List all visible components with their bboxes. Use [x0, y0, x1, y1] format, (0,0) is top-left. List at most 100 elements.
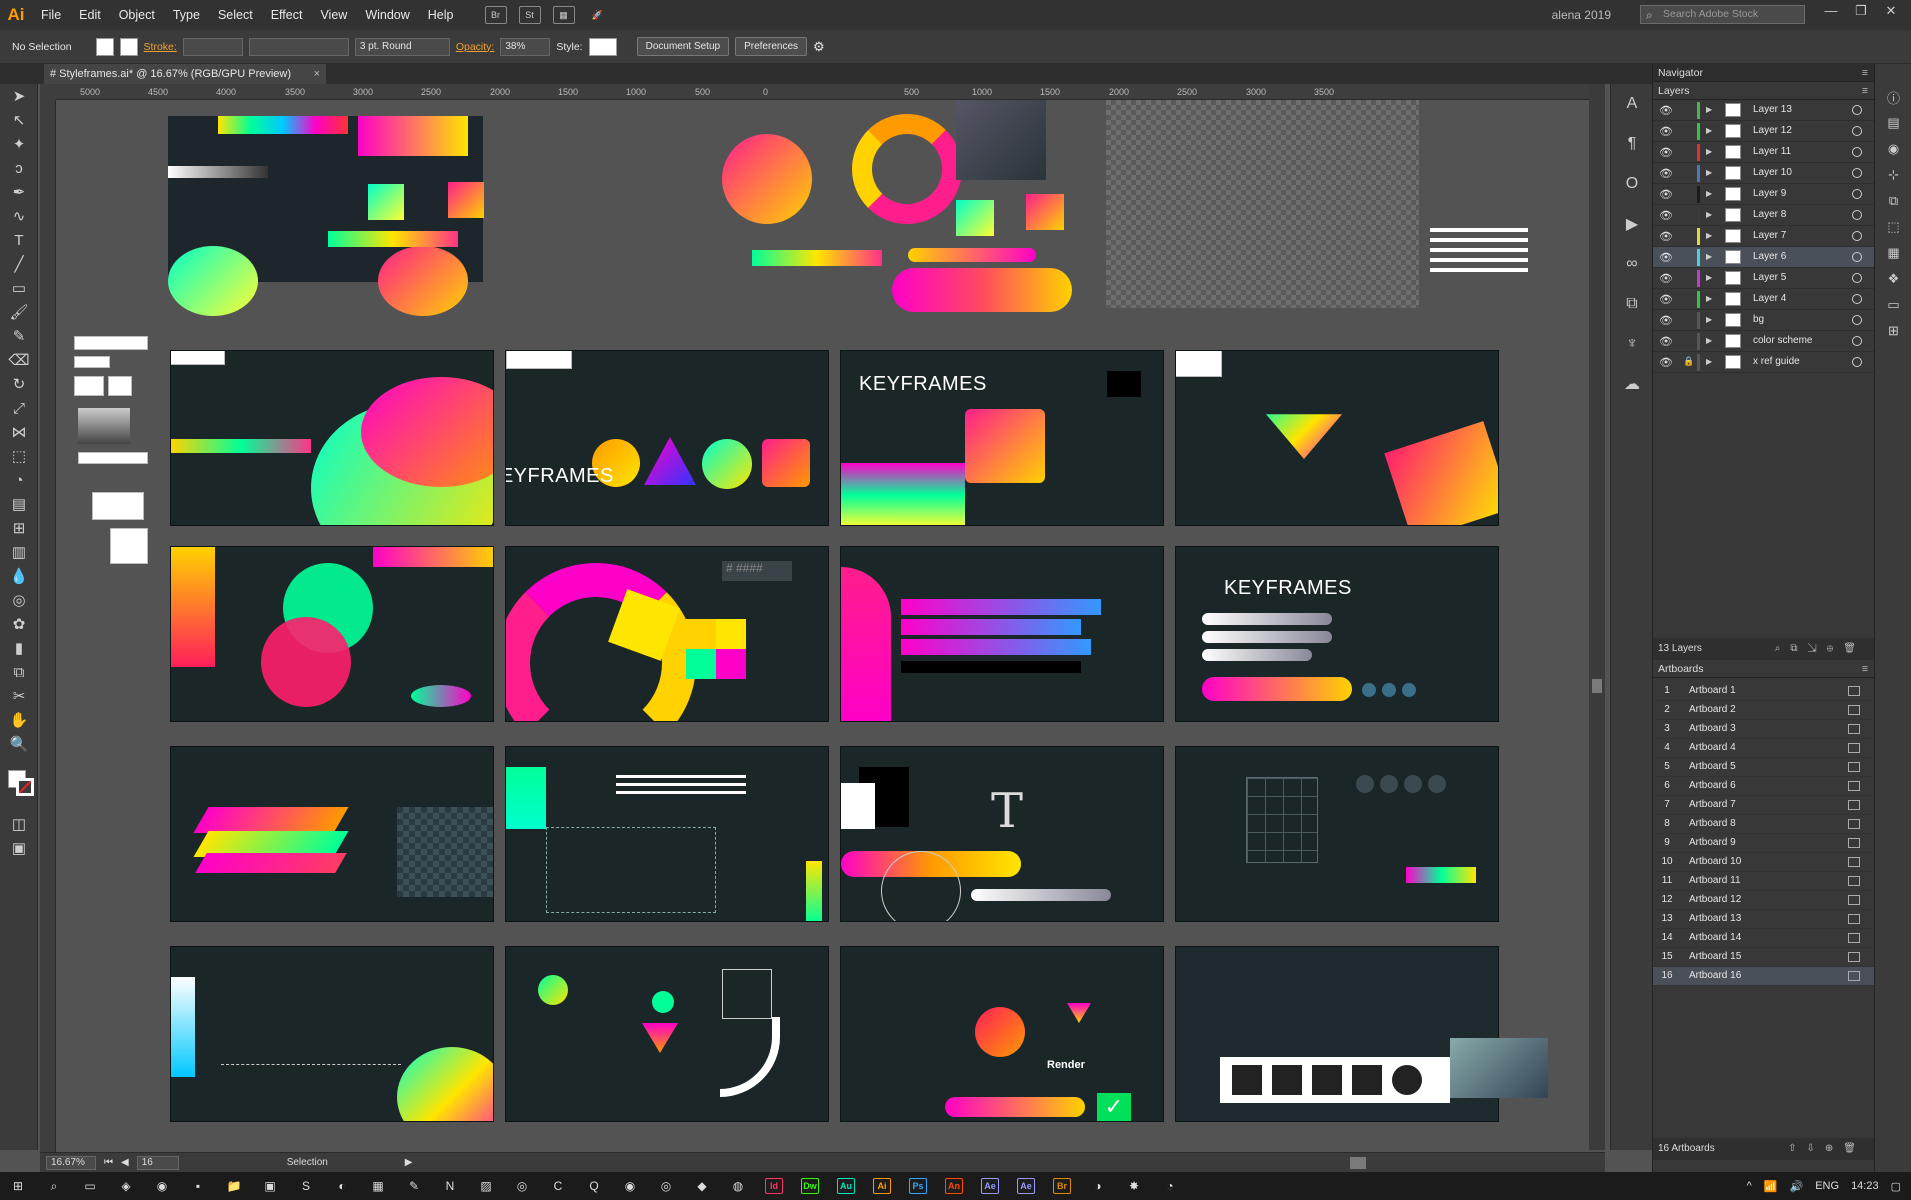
properties-panel-icon[interactable]: ⓘ [1875, 84, 1911, 110]
color-panel-icon[interactable]: ◉ [1875, 136, 1911, 162]
stroke-color-box[interactable] [16, 778, 34, 796]
status-menu-icon[interactable]: ▶ [405, 1157, 413, 1168]
hand-tool-icon[interactable]: ✋ [0, 708, 38, 732]
visibility-eye-icon[interactable]: 👁 [1659, 125, 1673, 138]
layer-row[interactable]: 👁 ▶ Layer 7 [1653, 226, 1874, 247]
vertical-scrollbar[interactable] [1589, 84, 1605, 1150]
artboard-row[interactable]: 12 Artboard 12 [1653, 891, 1874, 910]
artboard-13[interactable] [170, 946, 494, 1122]
artboard-name[interactable]: Artboard 5 [1689, 761, 1736, 772]
layer-name[interactable]: x ref guide [1753, 356, 1800, 367]
artboard-name[interactable]: Artboard 2 [1689, 704, 1736, 715]
stock-search-input[interactable]: ⌕ Search Adobe Stock [1640, 5, 1805, 24]
tab-artboards[interactable]: Artboards ≡ [1653, 660, 1874, 678]
notifications-icon[interactable]: ▢ [1891, 1180, 1901, 1193]
visibility-eye-icon[interactable]: 👁 [1659, 146, 1673, 159]
gradient-panel-icon[interactable]: ▭ [1875, 292, 1911, 318]
target-circle-icon[interactable] [1852, 336, 1862, 346]
language-indicator[interactable]: ENG [1815, 1180, 1839, 1192]
layer-row[interactable]: 👁 ▶ Layer 5 [1653, 268, 1874, 289]
artboard-row[interactable]: 15 Artboard 15 [1653, 948, 1874, 967]
taskbar-app-icon[interactable]: ◔ [1152, 1172, 1188, 1200]
artboard-14[interactable] [505, 946, 829, 1122]
layer-row[interactable]: 👁 ▶ Layer 12 [1653, 121, 1874, 142]
artboard-name[interactable]: Artboard 4 [1689, 742, 1736, 753]
adobe-app-icon[interactable]: Ai [864, 1172, 900, 1200]
zoom-field[interactable]: 16.67% [46, 1155, 96, 1170]
artboard-row[interactable]: 7 Artboard 7 [1653, 796, 1874, 815]
horizontal-scrollbar[interactable] [420, 1153, 1605, 1173]
visibility-eye-icon[interactable]: 👁 [1659, 272, 1673, 285]
perspective-grid-tool-icon[interactable]: ▤ [0, 492, 38, 516]
menu-effect[interactable]: Effect [262, 0, 312, 30]
artboard-name[interactable]: Artboard 9 [1689, 837, 1736, 848]
artboard-number-field[interactable]: 16 [136, 1155, 179, 1170]
column-graph-tool-icon[interactable]: ▮ [0, 636, 38, 660]
lock-icon[interactable]: 🔒 [1683, 356, 1694, 367]
menu-object[interactable]: Object [110, 0, 164, 30]
artboard-name[interactable]: Artboard 6 [1689, 780, 1736, 791]
target-circle-icon[interactable] [1852, 252, 1862, 262]
fill-stroke-control[interactable] [0, 756, 38, 812]
symbols-panel-icon[interactable]: ❖ [1875, 266, 1911, 292]
artboard-11[interactable]: T [840, 746, 1164, 922]
artboard-row[interactable]: 16 Artboard 16 [1653, 967, 1874, 986]
eraser-tool-icon[interactable]: ⌫ [0, 348, 38, 372]
swatches-panel-icon[interactable]: ▦ [1875, 240, 1911, 266]
artboard-options-icon[interactable] [1848, 838, 1860, 848]
artboard-row[interactable]: 3 Artboard 3 [1653, 720, 1874, 739]
artboard-15[interactable]: Render ✓ [840, 946, 1164, 1122]
lasso-tool-icon[interactable]: ↄ [0, 156, 38, 180]
eyedropper-tool-icon[interactable]: 💧 [0, 564, 38, 588]
align-panel-icon[interactable]: ⧉ [1875, 188, 1911, 214]
layer-name[interactable]: bg [1753, 314, 1764, 325]
artboard-options-icon[interactable] [1848, 724, 1860, 734]
layer-row[interactable]: 👁 ▶ Layer 4 [1653, 289, 1874, 310]
pen-tool-icon[interactable]: ✒ [0, 180, 38, 204]
scale-tool-icon[interactable]: ⤢ [0, 396, 38, 420]
calculator-icon[interactable]: ▦ [360, 1172, 396, 1200]
menu-type[interactable]: Type [164, 0, 209, 30]
adobe-app-icon[interactable]: Id [756, 1172, 792, 1200]
artboard-name[interactable]: Artboard 13 [1689, 913, 1741, 924]
layer-row[interactable]: 👁 ▶ Layer 10 [1653, 163, 1874, 184]
actions-panel-icon[interactable]: ▶ [1611, 204, 1653, 244]
menu-view[interactable]: View [311, 0, 356, 30]
taskbar-app-icon[interactable]: Q [576, 1172, 612, 1200]
artboard-8[interactable]: KEYFRAMES [1175, 546, 1499, 722]
artboard-options-icon[interactable] [1848, 781, 1860, 791]
taskbar-app-icon[interactable]: ◑ [1080, 1172, 1116, 1200]
artboard-row[interactable]: 11 Artboard 11 [1653, 872, 1874, 891]
artboard-options-icon[interactable] [1848, 914, 1860, 924]
artboard-options-icon[interactable] [1848, 762, 1860, 772]
artboard-name[interactable]: Artboard 10 [1689, 856, 1741, 867]
gradient-tool-icon[interactable]: ▥ [0, 540, 38, 564]
artboard-name[interactable]: Artboard 7 [1689, 799, 1736, 810]
clock[interactable]: 14:23 [1851, 1180, 1879, 1192]
expand-arrow-icon[interactable]: ▶ [1706, 336, 1712, 345]
layer-name[interactable]: Layer 11 [1753, 146, 1791, 157]
artboard-options-icon[interactable] [1848, 876, 1860, 886]
expand-arrow-icon[interactable]: ▶ [1706, 273, 1712, 282]
visibility-eye-icon[interactable]: 👁 [1659, 104, 1673, 117]
magic-wand-tool-icon[interactable]: ✦ [0, 132, 38, 156]
artboard-tool-icon[interactable]: ⧉ [0, 660, 38, 684]
expand-arrow-icon[interactable]: ▶ [1706, 210, 1712, 219]
close-tab-icon[interactable]: × [314, 64, 320, 84]
artboard-row[interactable]: 13 Artboard 13 [1653, 910, 1874, 929]
layer-row[interactable]: 👁 ▶ bg [1653, 310, 1874, 331]
menu-help[interactable]: Help [419, 0, 463, 30]
stroke-label[interactable]: Stroke: [144, 41, 177, 53]
minimize-button[interactable]: — [1817, 3, 1845, 23]
document-tab[interactable]: # Styleframes.ai* @ 16.67% (RGB/GPU Prev… [44, 64, 326, 84]
artboard-options-icon[interactable] [1848, 743, 1860, 753]
adobe-app-icon[interactable]: Au [828, 1172, 864, 1200]
artboard-row[interactable]: 8 Artboard 8 [1653, 815, 1874, 834]
layer-name[interactable]: Layer 9 [1753, 188, 1786, 199]
type-tool-icon[interactable]: T [0, 228, 38, 252]
artboard-name[interactable]: Artboard 15 [1689, 951, 1741, 962]
artboard-2[interactable]: KEYFRAMES [505, 350, 829, 526]
visibility-eye-icon[interactable]: 👁 [1659, 188, 1673, 201]
selection-tool-icon[interactable]: ➤ [0, 84, 38, 108]
opentype-panel-icon[interactable]: O [1611, 164, 1653, 204]
